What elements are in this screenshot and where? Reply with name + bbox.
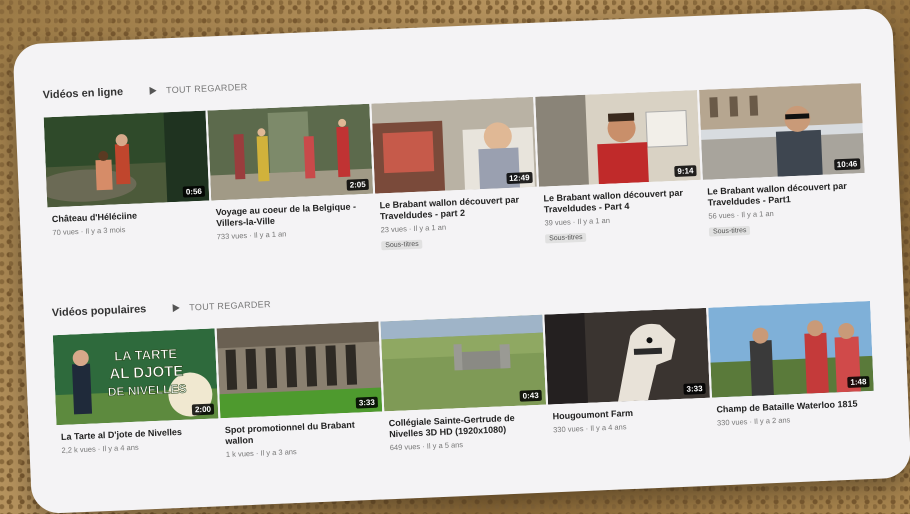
video-card[interactable]: 10:46 Le Brabant wallon découvert par Tr… [699,83,867,239]
video-title[interactable]: Spot promotionnel du Brabant wallon [225,419,378,447]
video-title[interactable]: Collégiale Sainte-Gertrude de Nivelles 3… [389,412,542,440]
see-all-label: TOUT REGARDER [189,299,271,313]
see-all-button[interactable]: TOUT REGARDER [172,299,271,313]
duration-badge: 3:33 [355,396,379,409]
video-card[interactable]: 3:33 Hougoumont Farm 330 vues · Il y a 4… [544,307,711,446]
duration-badge: 2:00 [191,403,215,416]
thumbnail-overlay-text: AL DJOTE [109,363,184,383]
duration-badge: 9:14 [674,165,697,178]
video-thumbnail[interactable]: 1:48 [708,300,874,398]
duration-badge: 2:05 [346,178,369,191]
video-card[interactable]: 0:43 Collégiale Sainte-Gertrude de Nivel… [380,314,547,453]
video-title[interactable]: Voyage au coeur de la Belgique - Villers… [216,201,369,229]
video-thumbnail[interactable]: 0:56 [43,110,210,208]
video-thumbnail[interactable]: LA TARTE AL DJOTE DE NIVELLES 2:00 [52,328,219,426]
video-thumbnail[interactable]: 3:33 [216,321,383,419]
subtitles-badge: Sous-titres [708,225,751,237]
section-title: Vidéos populaires [51,303,147,320]
video-thumbnail[interactable]: 3:33 [544,307,710,405]
duration-badge: 10:46 [833,158,861,171]
thumbnail-overlay-text: LA TARTE [114,346,178,364]
video-row: LA TARTE AL DJOTE DE NIVELLES 2:00 La Ta… [52,300,888,466]
video-thumbnail[interactable]: 0:43 [380,314,547,412]
video-card[interactable]: 0:56 Château d'Héléciine 70 vues · Il y … [43,110,212,267]
video-card[interactable]: 9:14 Le Brabant wallon découvert par Tra… [535,90,703,246]
duration-badge: 0:56 [182,185,206,198]
video-thumbnail[interactable]: 10:46 [699,83,865,180]
duration-badge: 1:48 [847,376,870,388]
video-title[interactable]: Le Brabant wallon découvert par Traveldu… [707,180,860,208]
video-card[interactable]: 3:33 Spot promotionnel du Brabant wallon… [216,321,384,460]
video-thumbnail[interactable]: 9:14 [535,90,701,187]
video-card[interactable]: 2:05 Voyage au coeur de la Belgique - Vi… [207,103,375,260]
video-title[interactable]: Le Brabant wallon découvert par Traveldu… [543,187,696,215]
video-title[interactable]: Le Brabant wallon découvert par Traveldu… [379,194,532,222]
duration-badge: 0:43 [519,389,542,402]
play-icon [172,303,180,313]
section-videos-en-ligne: Vidéos en ligne TOUT REGARDER 0:56 Châte… [42,49,879,267]
video-thumbnail[interactable]: 12:49 [371,96,537,194]
section-videos-populaires: Vidéos populaires TOUT REGARDER LA TARTE… [51,266,887,466]
section-title: Vidéos en ligne [42,86,124,102]
subtitles-badge: Sous-titres [381,239,423,251]
play-icon [148,86,157,95]
channel-card: Vidéos en ligne TOUT REGARDER 0:56 Châte… [12,7,910,514]
video-thumbnail[interactable]: 2:05 [207,103,374,201]
see-all-button[interactable]: TOUT REGARDER [148,81,248,96]
video-row: 0:56 Château d'Héléciine 70 vues · Il y … [43,83,880,267]
video-card[interactable]: LA TARTE AL DJOTE DE NIVELLES 2:00 La Ta… [52,328,220,466]
video-card[interactable]: 1:48 Champ de Bataille Waterloo 1815 330… [708,300,875,439]
duration-badge: 12:49 [505,171,533,185]
duration-badge: 3:33 [683,382,706,395]
subtitles-badge: Sous-titres [544,232,587,244]
see-all-label: TOUT REGARDER [165,81,248,96]
video-card[interactable]: 12:49 Le Brabant wallon découvert par Tr… [371,96,539,253]
